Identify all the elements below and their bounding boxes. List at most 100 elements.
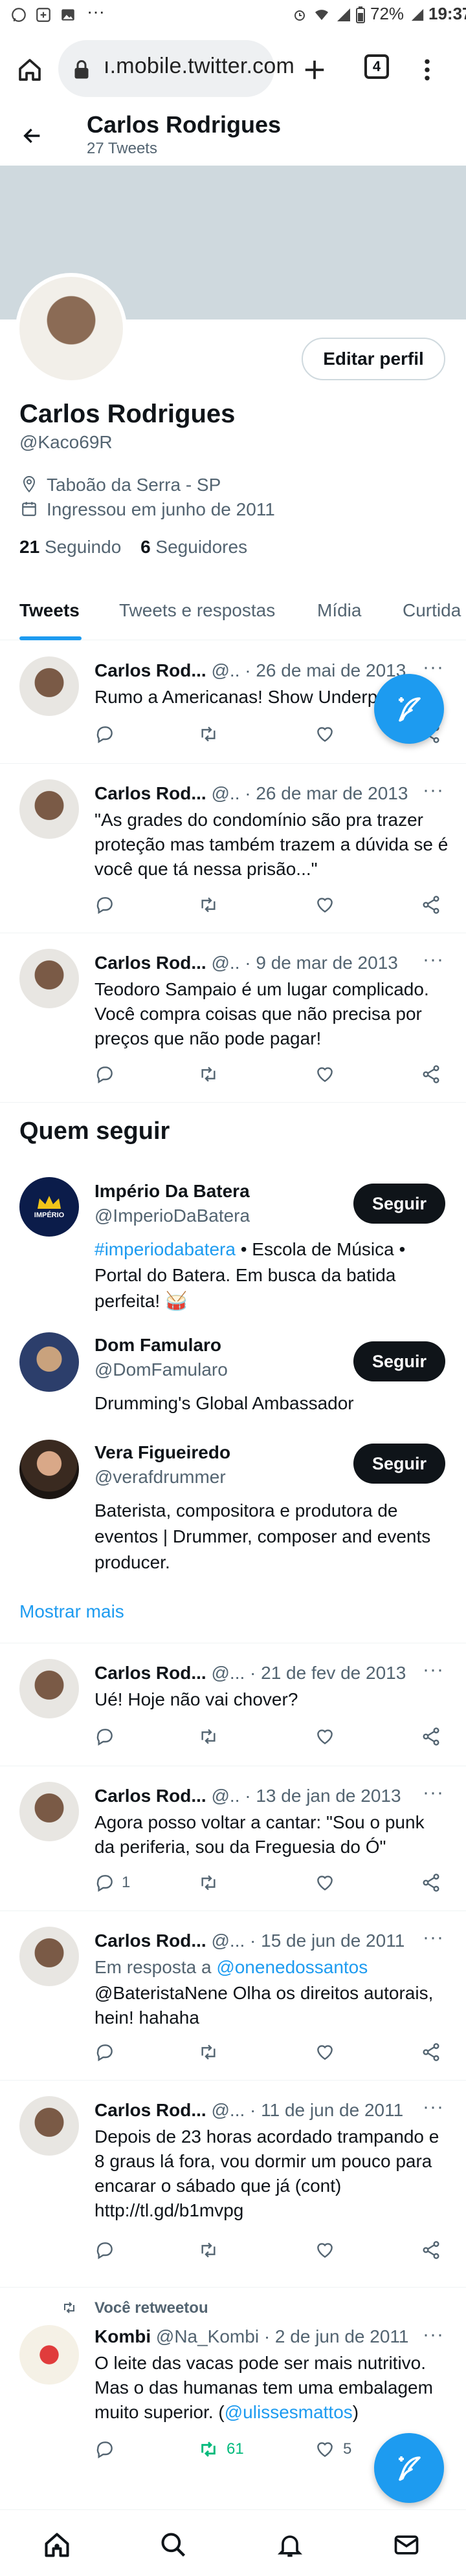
like-icon[interactable]: 5 bbox=[315, 2436, 351, 2462]
tweet-avatar[interactable] bbox=[19, 1659, 79, 1718]
compose-tweet-button-bottom[interactable] bbox=[374, 2433, 444, 2503]
suggestion-avatar[interactable]: IMPÉRIO bbox=[19, 1177, 79, 1237]
follow-button[interactable]: Seguir bbox=[353, 1341, 445, 1381]
follow-button[interactable]: Seguir bbox=[353, 1184, 445, 1224]
follow-suggestion[interactable]: IMPÉRIO Império Da Batera @ImperioDaBate… bbox=[0, 1172, 466, 1321]
location-icon bbox=[19, 475, 39, 494]
reply-icon[interactable] bbox=[94, 1724, 115, 1749]
followers-link[interactable]: 6 Seguidores bbox=[140, 537, 247, 557]
compose-tweet-button[interactable] bbox=[374, 674, 444, 744]
tab-media[interactable]: Mídia bbox=[317, 600, 361, 621]
tweet-more-icon[interactable]: ··· bbox=[423, 1659, 444, 1681]
hashtag-link[interactable]: #imperiodabatera bbox=[94, 1239, 236, 1259]
suggestion-avatar[interactable] bbox=[19, 1332, 79, 1392]
retweeted-indicator-icon bbox=[60, 2298, 79, 2317]
reply-icon[interactable] bbox=[94, 2436, 115, 2462]
tab-switcher-button[interactable]: 4 bbox=[364, 54, 389, 79]
share-icon[interactable] bbox=[421, 892, 441, 918]
retweet-icon[interactable] bbox=[198, 2039, 219, 2065]
retweet-icon[interactable] bbox=[198, 1870, 219, 1896]
show-more-link[interactable]: Mostrar mais bbox=[19, 1601, 124, 1622]
reply-icon[interactable]: 1 bbox=[94, 1870, 130, 1896]
tweet-avatar[interactable] bbox=[19, 949, 79, 1008]
tweet-avatar[interactable] bbox=[19, 656, 79, 716]
follow-suggestion[interactable]: Dom Famularo @DomFamularo Seguir Drummin… bbox=[0, 1330, 466, 1433]
tweet-header: Carlos Rod... @... · 11 de jun de 2011 bbox=[94, 2100, 404, 2120]
suggestion-name[interactable]: Dom Famularo bbox=[94, 1335, 221, 1356]
profile-avatar[interactable] bbox=[16, 273, 127, 384]
menu-kebab-icon[interactable] bbox=[414, 53, 440, 87]
tweet-actions bbox=[94, 1724, 444, 1749]
tweet-avatar[interactable] bbox=[19, 1782, 79, 1841]
reply-icon[interactable] bbox=[94, 1061, 115, 1087]
following-link[interactable]: 21 Seguindo bbox=[19, 537, 121, 557]
tweet-avatar[interactable] bbox=[19, 779, 79, 839]
like-icon[interactable] bbox=[315, 2039, 335, 2065]
tweet-actions bbox=[94, 2237, 444, 2263]
suggestion-handle: @DomFamularo bbox=[94, 1359, 228, 1380]
retweet-icon[interactable]: 61 bbox=[198, 2436, 244, 2462]
reply-to-link[interactable]: @onenedossantos bbox=[216, 1957, 368, 1977]
home-icon[interactable] bbox=[39, 2527, 75, 2563]
tweet[interactable]: Carlos Rod... @... · 21 de fev de 2013 ·… bbox=[0, 1643, 466, 1766]
like-icon[interactable] bbox=[315, 1870, 335, 1896]
profile-joined: Ingressou em junho de 2011 bbox=[47, 499, 275, 519]
messages-envelope-icon[interactable] bbox=[388, 2527, 425, 2563]
tab-likes[interactable]: Curtida bbox=[403, 600, 461, 621]
search-icon[interactable] bbox=[155, 2527, 192, 2563]
reply-icon[interactable] bbox=[94, 721, 115, 747]
retweet-icon[interactable] bbox=[198, 1724, 219, 1749]
edit-profile-button[interactable]: Editar perfil bbox=[302, 338, 445, 380]
share-icon[interactable] bbox=[421, 1061, 441, 1087]
share-icon[interactable] bbox=[421, 1870, 441, 1896]
like-icon[interactable] bbox=[315, 892, 335, 918]
tweet-text: Ué! Hoje não vai chover? bbox=[94, 1689, 298, 1709]
retweet-icon[interactable] bbox=[198, 892, 219, 918]
tweet-more-icon[interactable]: ··· bbox=[423, 1782, 444, 1804]
tweet[interactable]: Carlos Rod... @.. · 26 de mar de 2013 ··… bbox=[0, 764, 466, 933]
retweet-icon[interactable] bbox=[198, 721, 219, 747]
tweet-more-icon[interactable]: ··· bbox=[423, 779, 444, 801]
tab-tweets[interactable]: Tweets bbox=[19, 600, 80, 621]
tweet-more-icon[interactable]: ··· bbox=[423, 656, 444, 678]
like-icon[interactable] bbox=[315, 1061, 335, 1087]
tweet-more-icon[interactable]: ··· bbox=[423, 949, 444, 971]
follow-button[interactable]: Seguir bbox=[353, 1444, 445, 1484]
tweet[interactable]: Carlos Rod... @... · 15 de jun de 2011 ·… bbox=[0, 1911, 466, 2081]
tweet-actions: 1 bbox=[94, 1870, 444, 1896]
tweet-avatar[interactable] bbox=[19, 2096, 79, 2156]
reply-icon[interactable] bbox=[94, 892, 115, 918]
like-icon[interactable] bbox=[315, 2237, 335, 2263]
wifi-icon bbox=[312, 5, 331, 25]
suggestion-name[interactable]: Vera Figueiredo bbox=[94, 1442, 230, 1463]
follow-suggestion[interactable]: Vera Figueiredo @verafdrummer Seguir Bat… bbox=[0, 1436, 466, 1585]
tweet-avatar[interactable] bbox=[19, 2325, 79, 2385]
suggestion-avatar[interactable] bbox=[19, 1440, 79, 1499]
new-tab-icon[interactable] bbox=[298, 53, 331, 87]
share-icon[interactable] bbox=[421, 2237, 441, 2263]
tweet[interactable]: Carlos Rod... @... · 11 de jun de 2011 ·… bbox=[0, 2081, 466, 2288]
mention-link[interactable]: @ulissesmattos bbox=[225, 2402, 353, 2422]
share-icon[interactable] bbox=[421, 1724, 441, 1749]
clock: 19:37 bbox=[428, 4, 466, 23]
tab-tweets-replies[interactable]: Tweets e respostas bbox=[119, 600, 275, 621]
tweet-more-icon[interactable]: ··· bbox=[423, 2096, 444, 2118]
url-text[interactable]: ı.mobile.twitter.com bbox=[104, 54, 294, 79]
like-icon[interactable] bbox=[315, 1724, 335, 1749]
retweet-icon[interactable] bbox=[198, 2237, 219, 2263]
tweet-more-icon[interactable]: ··· bbox=[423, 2324, 444, 2346]
reply-icon[interactable] bbox=[94, 2039, 115, 2065]
suggestion-name[interactable]: Império Da Batera bbox=[94, 1181, 250, 1202]
tweet-avatar[interactable] bbox=[19, 1927, 79, 1986]
tweet-more-icon[interactable]: ··· bbox=[423, 1927, 444, 1949]
home-button-icon[interactable] bbox=[13, 53, 47, 87]
share-icon[interactable] bbox=[421, 2039, 441, 2065]
suggestion-bio: #imperiodabatera • Escola de Música • Po… bbox=[94, 1239, 406, 1311]
tweet[interactable]: Carlos Rod... @.. · 9 de mar de 2013 ···… bbox=[0, 933, 466, 1103]
notifications-bell-icon[interactable] bbox=[272, 2527, 308, 2563]
like-icon[interactable] bbox=[315, 721, 335, 747]
retweet-icon[interactable] bbox=[198, 1061, 219, 1087]
reply-icon[interactable] bbox=[94, 2237, 115, 2263]
tweet[interactable]: Carlos Rod... @.. · 13 de jan de 2013 ··… bbox=[0, 1766, 466, 1911]
back-arrow-icon[interactable] bbox=[14, 118, 50, 154]
